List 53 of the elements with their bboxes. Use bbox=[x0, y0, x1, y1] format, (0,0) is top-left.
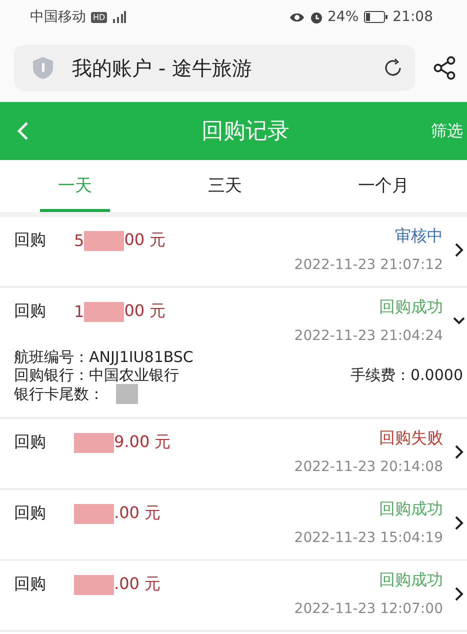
amount-text: 00 元 bbox=[124, 301, 166, 322]
header-title: 回购记录 bbox=[200, 118, 290, 146]
redaction-blur bbox=[74, 574, 114, 594]
carrier-text: 中国移动 bbox=[30, 8, 86, 26]
tab[interactable]: 三天 bbox=[190, 160, 260, 212]
battery-percent: 24% bbox=[328, 9, 359, 25]
redaction-blur bbox=[74, 432, 114, 452]
status-text: 回购成功 bbox=[379, 297, 443, 318]
redaction-blur bbox=[116, 384, 138, 404]
fee-text: 手续费：0.0000 bbox=[350, 366, 463, 384]
detail-text: 航班编号：ANJJ1IU81BSC bbox=[14, 348, 194, 366]
redaction-blur bbox=[84, 230, 124, 250]
redaction-blur bbox=[74, 504, 114, 524]
shield-icon bbox=[32, 56, 54, 80]
record-label: 回购 bbox=[14, 574, 47, 595]
redaction-blur bbox=[84, 302, 124, 322]
amount-text: .00 元 bbox=[114, 574, 161, 595]
status-text: 回购成功 bbox=[379, 570, 443, 591]
reload-icon[interactable] bbox=[383, 58, 403, 78]
share-icon[interactable] bbox=[433, 56, 457, 80]
amount-text: .00 元 bbox=[114, 503, 161, 524]
record-time: 2022-11-23 12:07:00 bbox=[294, 601, 443, 617]
record-time: 2022-11-23 21:07:12 bbox=[294, 257, 443, 273]
amount-text: 5 bbox=[74, 231, 84, 250]
status-text: 回购成功 bbox=[379, 499, 443, 520]
chevron-right-icon[interactable] bbox=[453, 516, 465, 530]
amount-text: 00 元 bbox=[124, 230, 166, 251]
record-time: 2022-11-23 15:04:19 bbox=[294, 530, 443, 546]
signal-icon bbox=[112, 11, 126, 23]
chevron-right-icon[interactable] bbox=[453, 444, 465, 458]
alarm-icon bbox=[310, 10, 323, 24]
eye-icon bbox=[288, 12, 305, 22]
record-label: 回购 bbox=[14, 432, 47, 453]
tab[interactable]: 一个月 bbox=[340, 160, 427, 212]
chevron-right-icon[interactable] bbox=[453, 242, 465, 256]
amount-text: 9.00 元 bbox=[114, 432, 171, 453]
detail-text: 回购银行：中国农业银行 bbox=[14, 366, 179, 384]
record-label: 回购 bbox=[14, 230, 47, 251]
back-icon[interactable] bbox=[16, 121, 30, 141]
detail-text: 银行卡尾数： bbox=[14, 385, 104, 403]
clock-time: 21:08 bbox=[392, 9, 433, 25]
battery-icon bbox=[364, 11, 388, 23]
record-time: 2022-11-23 21:04:24 bbox=[294, 328, 443, 344]
record-label: 回购 bbox=[14, 503, 47, 524]
amount-text: 1 bbox=[74, 302, 84, 321]
status-text: 审核中 bbox=[395, 226, 443, 247]
page-title: 我的账户 - 途牛旅游 bbox=[72, 54, 253, 82]
record-label: 回购 bbox=[14, 301, 47, 322]
status-text: 回购失败 bbox=[379, 428, 443, 449]
address-bar[interactable]: 我的账户 - 途牛旅游 bbox=[14, 45, 415, 91]
record-time: 2022-11-23 20:14:08 bbox=[294, 459, 443, 475]
hd-badge: HD bbox=[91, 12, 108, 22]
chevron-right-icon[interactable] bbox=[453, 586, 465, 600]
